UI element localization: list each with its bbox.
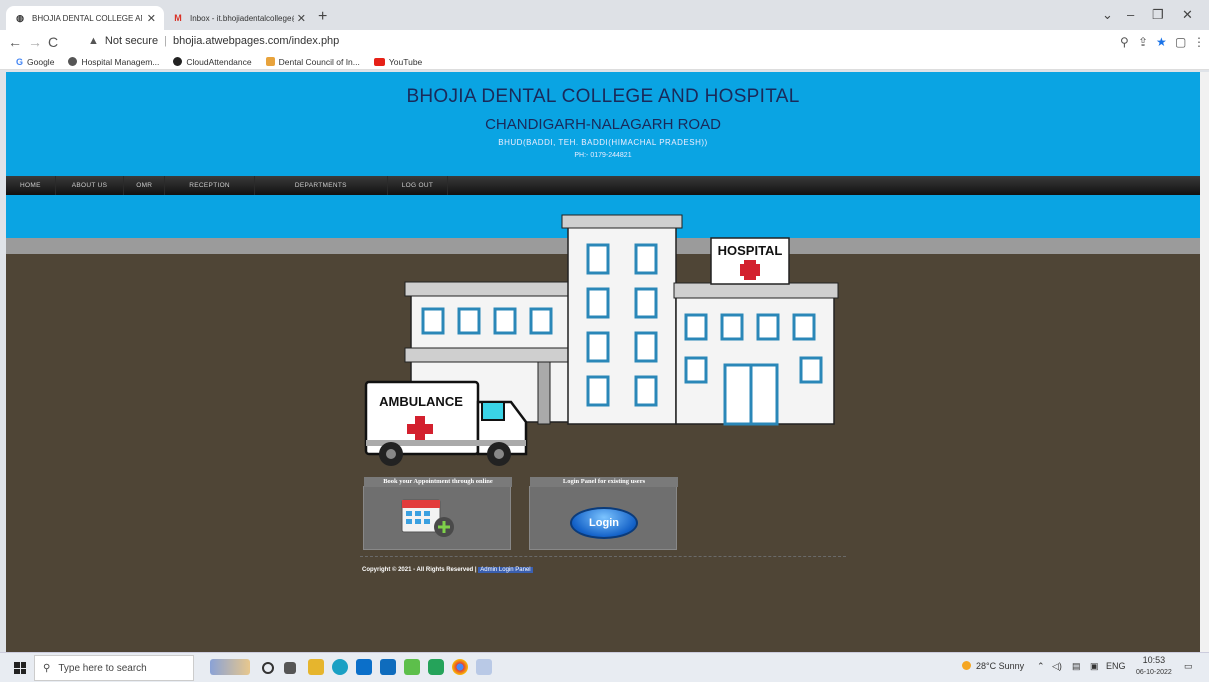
- volume-icon[interactable]: ◁): [1052, 661, 1062, 672]
- weather-icon: [962, 661, 971, 672]
- appointment-card[interactable]: Book your Appointment through online: [363, 477, 512, 551]
- main-menu: HOME ABOUT US OMR RECEPTION DEPARTMENTS …: [6, 176, 1200, 195]
- search-icon: ⚲: [43, 662, 51, 674]
- browser-tab-strip: ◍ BHOJIA DENTAL COLLEGE AND HOSPITAL ✕ M…: [0, 0, 1209, 30]
- tab-search-icon[interactable]: ⌄: [1102, 7, 1113, 23]
- menu-kebab-icon[interactable]: ⋮: [1193, 35, 1205, 49]
- tab-bhojia[interactable]: ◍ BHOJIA DENTAL COLLEGE AND HOSPITAL ✕: [6, 6, 164, 30]
- clock[interactable]: 10:53 06-10-2022: [1136, 655, 1172, 678]
- mail-icon[interactable]: [356, 659, 372, 675]
- appointment-card-title: Book your Appointment through online: [364, 477, 512, 487]
- url-text: bhojia.atwebpages.com/index.php: [172, 35, 340, 47]
- admin-login-link[interactable]: Admin Login Panel: [478, 567, 533, 573]
- login-card-title: Login Panel for existing users: [530, 477, 678, 487]
- menu-departments[interactable]: DEPARTMENTS: [255, 176, 388, 195]
- bookmarks-bar: G Google Hospital Managem... CloudAttenda…: [0, 54, 1209, 70]
- weather-text[interactable]: 28°C Sunny: [976, 661, 1024, 671]
- back-icon[interactable]: ←: [8, 34, 22, 50]
- whatsapp-icon[interactable]: [428, 659, 444, 675]
- footer-divider: [360, 556, 846, 557]
- tab-title: Inbox - it.bhojiadentalcollege@g: [190, 13, 294, 23]
- display-icon[interactable]: ▣: [1090, 661, 1099, 672]
- bookmark-google[interactable]: G Google: [16, 57, 54, 67]
- site-subtitle: CHANDIGARH-NALAGARH ROAD: [485, 116, 721, 133]
- bookmark-hospital[interactable]: Hospital Managem...: [68, 57, 159, 67]
- web-page: BHOJIA DENTAL COLLEGE AND HOSPITAL CHAND…: [6, 72, 1200, 652]
- star-icon[interactable]: ★: [1156, 35, 1167, 49]
- restore-icon[interactable]: ❐: [1152, 7, 1164, 23]
- forward-icon[interactable]: →: [28, 34, 42, 50]
- site-address: BHUD(BADDI, TEH. BADDI(HIMACHAL PRADESH)…: [498, 138, 708, 147]
- edge-icon[interactable]: [332, 659, 348, 675]
- new-tab-icon[interactable]: +: [318, 8, 327, 26]
- notification-icon[interactable]: ▭: [1184, 661, 1193, 672]
- search-placeholder: Type here to search: [58, 662, 147, 674]
- hospital-sign-text: HOSPITAL: [718, 243, 783, 258]
- menu-log-out[interactable]: LOG OUT: [388, 176, 449, 195]
- close-icon[interactable]: ✕: [147, 12, 156, 25]
- close-icon[interactable]: ✕: [297, 12, 306, 25]
- globe-icon: [68, 57, 78, 66]
- menu-about-us[interactable]: ABOUT US: [56, 176, 125, 195]
- security-label: Not secure: [104, 35, 159, 47]
- task-view-icon[interactable]: [284, 662, 296, 674]
- bookmark-youtube[interactable]: YouTube: [373, 57, 422, 67]
- cloud-icon: [173, 57, 183, 66]
- url-field[interactable]: ▲ Not secure | bhojia.atwebpages.com/ind…: [88, 35, 339, 47]
- bookmark-cloudattendance[interactable]: CloudAttendance: [173, 57, 252, 67]
- youtube-icon: [373, 57, 385, 66]
- network-icon[interactable]: ▤: [1072, 661, 1081, 672]
- address-bar-row: ← → C ▲ Not secure | bhojia.atwebpages.c…: [0, 30, 1209, 54]
- cortana-icon[interactable]: [262, 662, 274, 674]
- login-button[interactable]: Login: [570, 507, 638, 539]
- hospital-illustration: HOSPITAL AMBULANCE: [364, 214, 839, 466]
- taskbar-search[interactable]: ⚲ Type here to search: [34, 655, 194, 681]
- file-explorer-icon[interactable]: [308, 659, 324, 675]
- login-card[interactable]: Login Panel for existing users Login: [529, 477, 678, 550]
- app-icon[interactable]: [476, 659, 492, 675]
- store-icon[interactable]: [380, 659, 396, 675]
- windows-start-icon[interactable]: [14, 662, 26, 674]
- menu-reception[interactable]: RECEPTION: [165, 176, 255, 195]
- bookmark-dental-council[interactable]: Dental Council of In...: [265, 57, 360, 67]
- language-label[interactable]: ENG: [1106, 661, 1126, 671]
- google-icon: G: [16, 56, 24, 67]
- page-scrollbar[interactable]: [1200, 72, 1209, 652]
- site-phone: PH:- 0179-244821: [574, 152, 632, 159]
- copyright-text: Copyright © 2021 - All Rights Reserved |…: [362, 567, 533, 573]
- menu-omr[interactable]: OMR: [124, 176, 166, 195]
- app-icon[interactable]: [404, 659, 420, 675]
- warning-icon: ▲: [88, 35, 99, 47]
- globe-icon: ◍: [16, 12, 24, 23]
- site-title: BHOJIA DENTAL COLLEGE AND HOSPITAL: [406, 86, 800, 107]
- site-header: BHOJIA DENTAL COLLEGE AND HOSPITAL CHAND…: [6, 72, 1200, 176]
- menu-home[interactable]: HOME: [6, 176, 56, 195]
- zoom-icon[interactable]: ⚲: [1120, 35, 1129, 49]
- gmail-icon: M: [174, 13, 182, 23]
- news-widget-icon[interactable]: [210, 659, 250, 675]
- chevron-up-icon[interactable]: ⌃: [1037, 661, 1045, 672]
- minimize-icon[interactable]: –: [1127, 7, 1134, 22]
- windows-taskbar: ⚲ Type here to search 28°C Sunny ⌃ ◁) ▤ …: [0, 652, 1209, 682]
- sidepanel-icon[interactable]: ▢: [1175, 35, 1186, 49]
- tab-inbox[interactable]: M Inbox - it.bhojiadentalcollege@g ✕: [164, 6, 314, 30]
- ambulance-label: AMBULANCE: [379, 394, 463, 409]
- window-close-icon[interactable]: ✕: [1182, 7, 1193, 23]
- share-icon[interactable]: ⇪: [1138, 35, 1148, 49]
- chrome-icon[interactable]: [452, 659, 468, 675]
- emblem-icon: [265, 57, 275, 66]
- calendar-add-icon[interactable]: [364, 487, 512, 551]
- tab-title: BHOJIA DENTAL COLLEGE AND HOSPITAL: [32, 13, 142, 23]
- reload-icon[interactable]: C: [48, 34, 58, 50]
